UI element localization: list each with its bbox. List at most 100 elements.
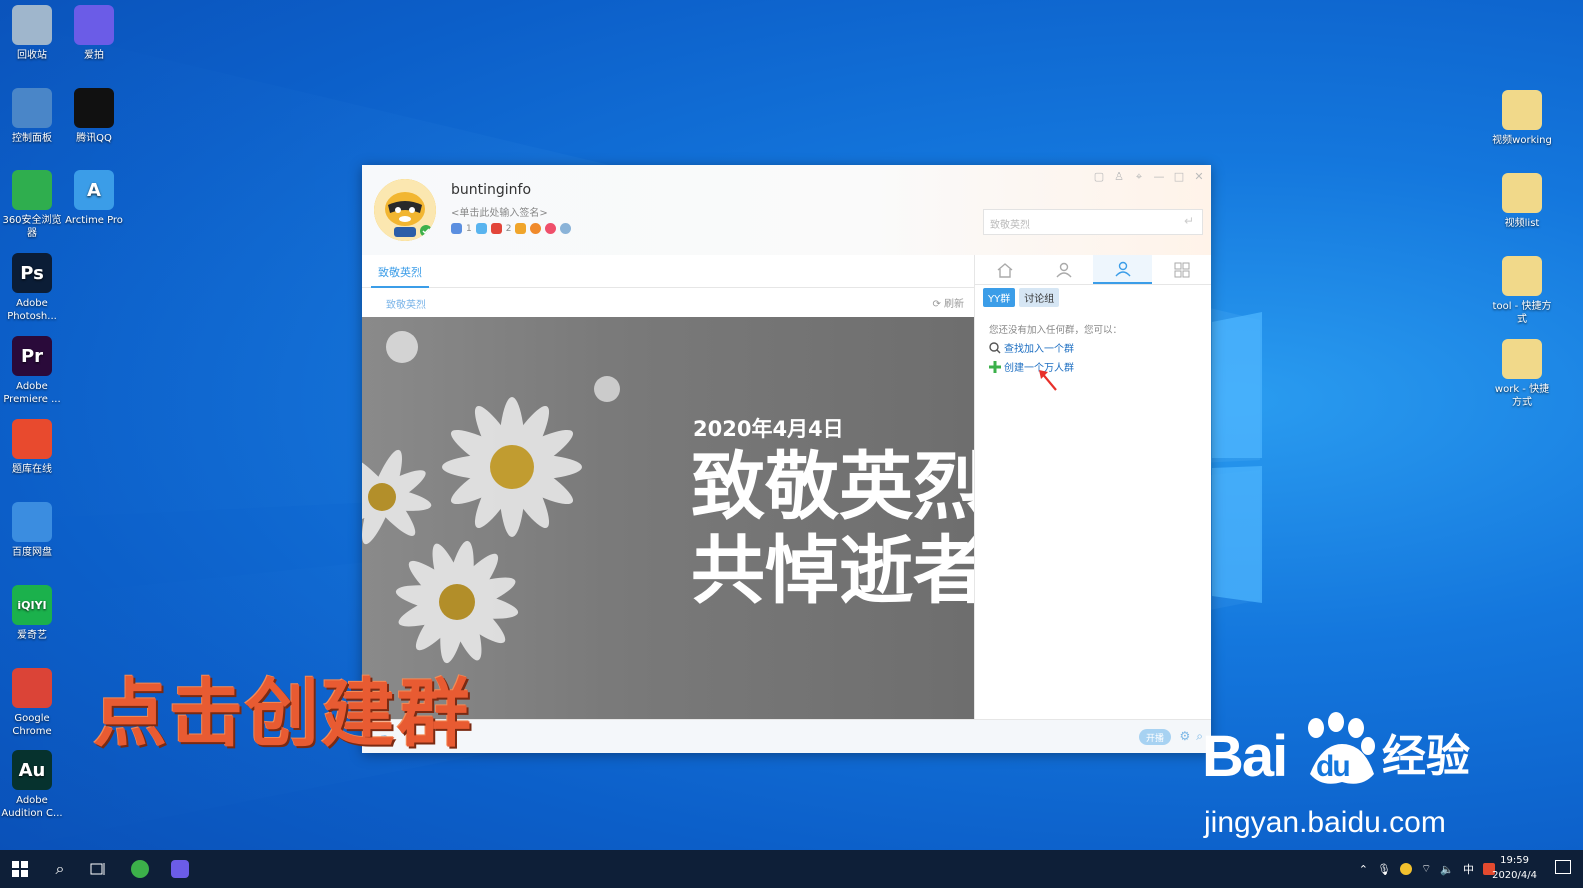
desktop-icon-label: Adobe Premiere ...: [3, 381, 61, 405]
app-footer: ☁ 开播 ⚙ ⌕: [362, 719, 1211, 753]
badge-count-1: 1: [466, 223, 472, 234]
ime-indicator[interactable]: 中: [1463, 861, 1474, 877]
contact-icon[interactable]: [1034, 255, 1093, 284]
profile-header: buntinginfo <单击此处输入签名> 1 2 ▢ ♙ ⌖ — □ ✕ 致…: [362, 165, 1211, 255]
search-placeholder: 致敬英烈: [990, 220, 1030, 231]
taskbar-clock[interactable]: 19:59 2020/4/4: [1492, 853, 1537, 883]
broadcast-label: 开播: [1145, 734, 1164, 744]
username: buntinginfo: [451, 182, 532, 198]
banner-title-line1: 致敬英烈: [691, 444, 974, 530]
tutorial-caption: 点击创建群: [93, 671, 473, 757]
level-badge-icon[interactable]: [490, 223, 502, 234]
taskbar-360-browser-icon[interactable]: [120, 850, 160, 888]
tab-tribute[interactable]: 致敬英烈: [371, 255, 429, 288]
desktop-icon-label: 腾讯QQ: [76, 133, 112, 144]
desktop-icon[interactable]: 视频working: [1490, 90, 1554, 147]
network-icon[interactable]: ⌔: [1421, 862, 1431, 876]
refresh-icon: ⟳: [932, 299, 944, 310]
desktop-icon[interactable]: 题库在线: [0, 419, 64, 476]
baidu-logo: Bai du: [1202, 712, 1382, 808]
red-arrow-annotation: [1039, 370, 1057, 391]
microphone-icon[interactable]: 🎙: [1377, 863, 1391, 876]
desktop-icon[interactable]: 爱拍: [62, 5, 126, 62]
banner-date: 2020年4月4日: [693, 417, 844, 441]
desktop-icon[interactable]: Ps Adobe Photosh...: [0, 253, 64, 323]
no-group-hint: 您还没有加入任何群，您可以：: [989, 325, 1123, 336]
shirt-icon[interactable]: ♙: [1113, 170, 1125, 184]
audition-icon: Au: [12, 750, 52, 790]
qq-icon: [74, 88, 114, 128]
diamond-badge-icon[interactable]: [475, 223, 487, 234]
iqiyi-icon: iQIYI: [12, 585, 52, 625]
start-button[interactable]: [0, 850, 40, 888]
find-group-link[interactable]: 查找加入一个群: [989, 340, 1074, 355]
desktop-icon-label: 回收站: [17, 50, 47, 61]
heart-badge-icon[interactable]: [545, 223, 557, 234]
minimize-icon[interactable]: —: [1153, 170, 1165, 184]
maximize-icon[interactable]: □: [1173, 170, 1185, 184]
user-avatar[interactable]: [374, 179, 436, 241]
clock-time: 19:59: [1500, 855, 1529, 866]
desktop-icon[interactable]: 百度网盘: [0, 502, 64, 559]
sub-tab-tribute[interactable]: 致敬英烈: [386, 296, 426, 311]
smile-badge-icon[interactable]: [530, 223, 542, 234]
desktop-icon[interactable]: 控制面板: [0, 88, 64, 145]
taskbar: ⌕ ⌃ 🎙 ⌔ 🔈 中 19:59 2020/4/4: [0, 850, 1583, 888]
notification-icon[interactable]: [1555, 860, 1571, 874]
skin-icon[interactable]: ▢: [1093, 170, 1105, 184]
taskbar-aipai-icon[interactable]: [160, 850, 200, 888]
right-nav-tabs: [975, 255, 1211, 285]
watermark-cn: 经验: [1382, 731, 1470, 782]
signature-field[interactable]: <单击此处输入签名>: [451, 204, 548, 219]
tray-expand-icon[interactable]: ⌃: [1359, 863, 1368, 876]
content-tabbar: 致敬英烈: [362, 255, 974, 288]
broadcast-button[interactable]: 开播: [1138, 729, 1171, 745]
enter-icon[interactable]: ↵: [1184, 214, 1194, 228]
window-controls: ▢ ♙ ⌖ — □ ✕: [1093, 170, 1205, 184]
banner-title-line2: 共悼逝者: [691, 528, 974, 614]
arctime-icon: A: [74, 170, 114, 210]
desktop-icon[interactable]: 视频list: [1490, 173, 1554, 230]
video-badge-icon[interactable]: [515, 223, 527, 234]
target-badge-icon[interactable]: [560, 223, 572, 234]
badge-count-2: 2: [505, 223, 512, 234]
tray-app-icon[interactable]: [1399, 863, 1412, 875]
tab-yy-group[interactable]: YY群: [983, 288, 1016, 307]
desktop-icon-label: 视频working: [1492, 135, 1552, 146]
group-icon[interactable]: [1093, 255, 1152, 284]
apps-icon[interactable]: [1152, 255, 1211, 284]
svg-text:du: du: [1316, 750, 1349, 783]
tab-discussion[interactable]: 讨论组: [1019, 288, 1060, 307]
folder-shortcut-icon: [1502, 339, 1542, 379]
desktop-icon[interactable]: 回收站: [0, 5, 64, 62]
create-group-link[interactable]: 创建一个万人群: [989, 359, 1074, 374]
desktop-icon[interactable]: Pr Adobe Premiere ...: [0, 336, 64, 406]
control-panel-icon: [12, 88, 52, 128]
taskbar-search-icon[interactable]: ⌕: [40, 850, 80, 888]
windows-icon: [12, 861, 28, 877]
desktop-icon[interactable]: iQIYI 爱奇艺: [0, 585, 64, 642]
desktop-icon[interactable]: Google Chrome: [0, 668, 64, 738]
task-view-icon[interactable]: [78, 850, 118, 888]
desktop-icon[interactable]: Au Adobe Audition C...: [0, 750, 64, 820]
desktop-icon[interactable]: work - 快捷方式: [1490, 339, 1554, 409]
desktop-icon[interactable]: 360安全浏览器: [0, 170, 64, 240]
clock-date: 2020/4/4: [1492, 870, 1537, 881]
pin-icon[interactable]: ⌖: [1133, 170, 1145, 184]
settings-icon[interactable]: ⚙: [1180, 729, 1191, 744]
desktop-icon[interactable]: tool - 快捷方式: [1490, 256, 1554, 326]
desktop-icon-label: Adobe Audition C...: [1, 795, 63, 819]
friends-badge-icon[interactable]: [451, 223, 462, 234]
desktop-icon[interactable]: 腾讯QQ: [62, 88, 126, 145]
search-input[interactable]: 致敬英烈 ↵: [983, 209, 1203, 235]
volume-icon[interactable]: 🔈: [1440, 863, 1454, 876]
close-icon[interactable]: ✕: [1193, 170, 1205, 184]
baidu-watermark: Bai du 经验 jingyan.baidu.com: [1202, 712, 1470, 839]
badge-row: 1 2: [451, 223, 572, 234]
desktop-icon[interactable]: A Arctime Pro: [62, 170, 126, 227]
watermark-url: jingyan.baidu.com: [1204, 806, 1446, 839]
yy-window: buntinginfo <单击此处输入签名> 1 2 ▢ ♙ ⌖ — □ ✕ 致…: [362, 165, 1211, 753]
home-icon[interactable]: [975, 255, 1034, 284]
refresh-button[interactable]: ⟳ 刷新: [932, 295, 964, 310]
chrome-icon: [12, 668, 52, 708]
